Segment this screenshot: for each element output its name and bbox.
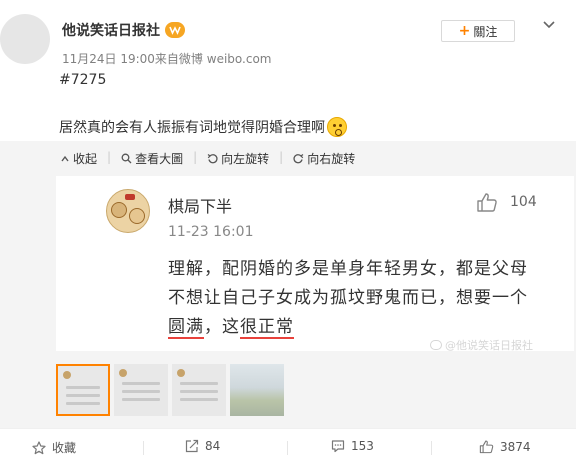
surprised-emoji-icon [327,117,347,137]
thumbnail-line [122,398,160,401]
comment-like-count: 104 [510,194,537,210]
follow-button[interactable]: + 關注 [441,20,515,42]
thumbnail-2[interactable] [114,364,168,416]
comment-date: 11-23 16:01 [168,224,254,240]
view-large-button[interactable]: 查看大圖 [121,150,183,167]
thumbs-up-icon [477,193,497,212]
favorite-label: 收藏 [52,441,77,455]
comment-button[interactable]: 153 [331,439,374,453]
author-name[interactable]: 他说笑话日报社 [62,20,160,40]
repost-button[interactable]: 84 [185,439,220,453]
thumbnail-4[interactable] [230,364,284,416]
thumbnail-line [66,386,100,389]
media-toolbar: 收起 | 查看大圖 | 向左旋转 | 向右旋转 [60,150,355,167]
watermark: @他说笑话日报社 [430,337,533,353]
like-button[interactable]: 3874 [479,439,531,454]
collapse-button[interactable]: 收起 [60,150,97,167]
vip-badge-icon [165,22,185,38]
post-tag[interactable]: #7275 [59,72,106,88]
thumbnail-avatar [63,371,71,379]
thumbnail-1[interactable] [56,364,110,416]
comment-fragment: ，这 [204,317,240,337]
commenter-avatar [106,189,150,233]
thumbs-up-icon [479,440,494,454]
favorite-button[interactable]: 收藏 [32,439,76,456]
media-panel: 收起 | 查看大圖 | 向左旋转 | 向右旋转 棋局下半 11-23 16:01 [0,141,576,428]
large-image[interactable]: 棋局下半 11-23 16:01 104 理解，配阴婚的多是单身年轻男女，都是父… [56,176,574,351]
underlined-phrase: 很正常 [240,317,294,339]
collapse-label: 收起 [73,152,98,166]
comment-icon [331,440,345,453]
magnifier-icon [121,153,132,164]
star-icon [32,440,46,454]
chess-piece-icon [129,208,145,224]
view-large-label: 查看大圖 [135,152,184,166]
rotate-right-button[interactable]: 向右旋转 [293,150,355,167]
rotate-right-icon [293,154,304,164]
chevron-down-icon[interactable] [541,16,557,32]
thumbnail-line [122,390,160,393]
action-bar: 收藏 84 153 3874 [0,428,576,465]
separator: | [107,150,112,164]
rotate-left-label: 向左旋转 [221,152,270,166]
divider [143,441,144,455]
post-text-row: 居然真的会有人振振有词地觉得阴婚合理啊 [59,117,347,137]
thumbnail-line [180,382,218,385]
like-count: 3874 [500,439,531,454]
rotate-left-button[interactable]: 向左旋转 [207,150,269,167]
rotate-left-icon [207,154,218,164]
separator: | [279,150,284,164]
red-mark-icon [125,194,135,200]
thumbnail-strip [56,364,284,416]
thumbnail-line [180,398,218,401]
separator: | [193,150,198,164]
thumbnail-avatar [119,369,127,377]
thumbnail-line [66,402,100,405]
post-text: 居然真的会有人振振有词地觉得阴婚合理啊 [59,120,325,136]
comment-line: 不想让自己子女成为孤坟野鬼而已，想要一个 [168,288,528,308]
thumbnail-3[interactable] [172,364,226,416]
follow-label: 關注 [473,24,498,39]
chess-piece-icon [111,202,127,218]
rotate-right-label: 向右旋转 [307,152,356,166]
post-meta: 11月24日 19:00来自微博 weibo.com [62,52,272,66]
author-avatar[interactable] [0,14,50,64]
author-name-row[interactable]: 他说笑话日报社 [62,20,185,40]
repost-count: 84 [205,439,221,453]
watermark-text: @他说笑话日报社 [445,339,533,352]
thumbnail-line [66,394,100,397]
collapse-icon [61,155,69,161]
divider [287,441,288,455]
repost-icon [185,439,199,453]
comment-card: 棋局下半 11-23 16:01 104 理解，配阴婚的多是单身年轻男女，都是父… [80,176,550,351]
thumbnail-line [180,390,218,393]
plus-icon: + [458,23,471,39]
commenter-name: 棋局下半 [168,197,233,216]
comment-line: 理解，配阴婚的多是单身年轻男女，都是父母 [168,259,528,279]
thumbnail-line [122,382,160,385]
divider [431,441,432,455]
comment-body: 理解，配阴婚的多是单身年轻男女，都是父母 不想让自己子女成为孤坟野鬼而已，想要一… [168,255,548,342]
underlined-phrase: 圆满 [168,317,204,339]
comment-count: 153 [351,439,374,453]
thumbnail-avatar [177,369,185,377]
weibo-logo-icon [430,340,442,350]
